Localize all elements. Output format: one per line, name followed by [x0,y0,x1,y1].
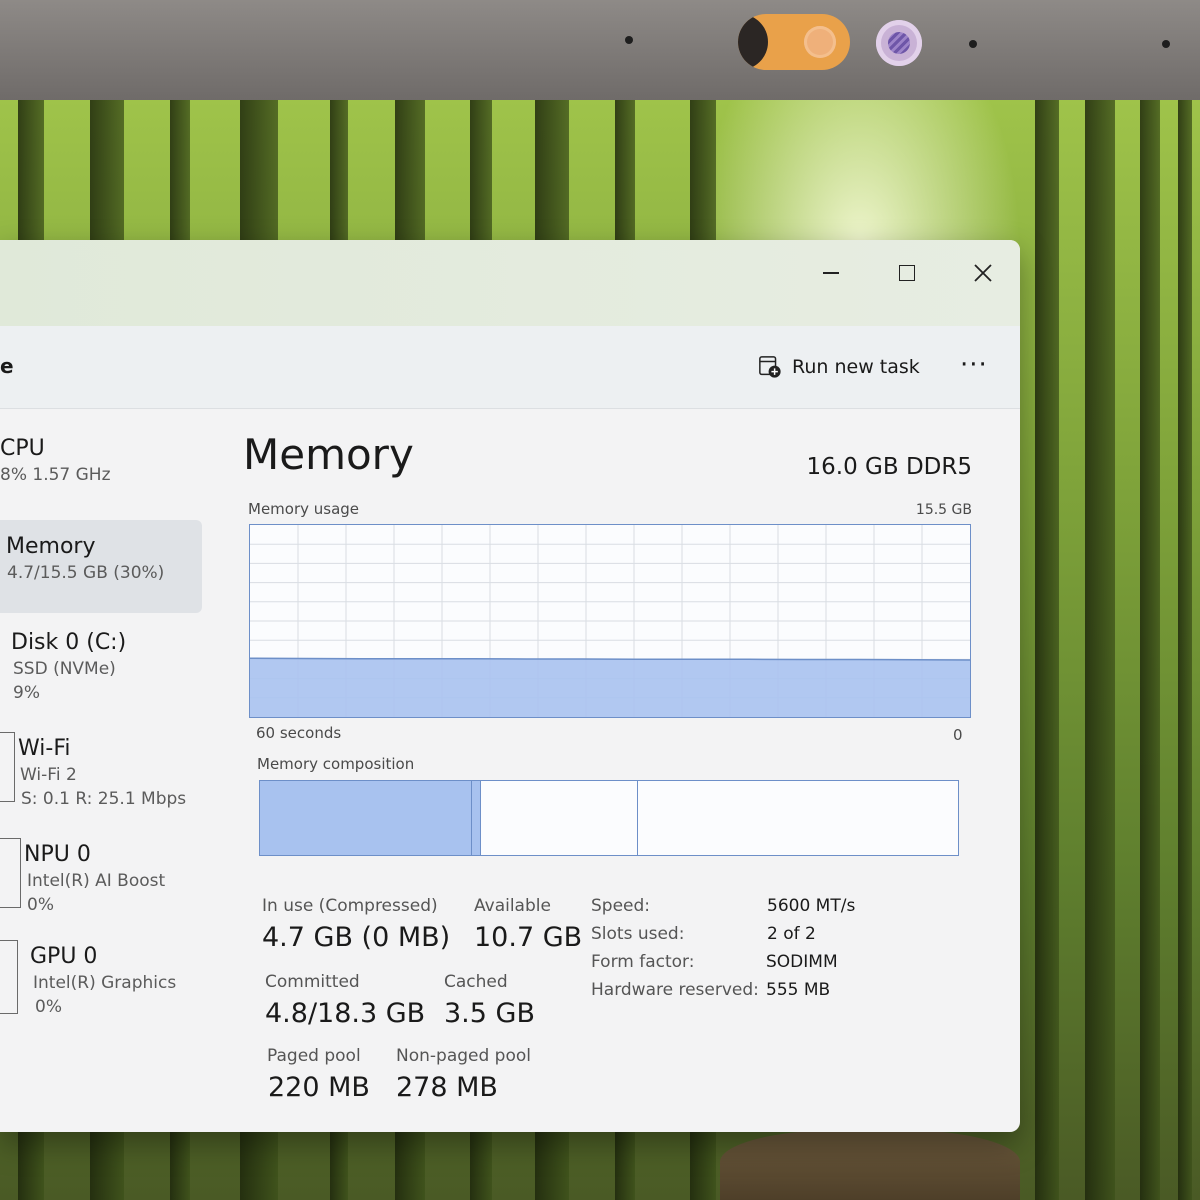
maximize-button[interactable] [884,250,930,296]
sidebar-item-detail: 4.7/15.5 GB (30%) [7,563,165,583]
run-new-task-button[interactable]: Run new task [758,352,920,382]
mini-graph [0,838,21,908]
sidebar-item-title: CPU [0,436,45,461]
title-bar[interactable] [0,240,1020,326]
bamboo-stalk [1178,100,1192,1200]
run-new-task-label: Run new task [792,356,920,378]
memory-panel: Memory 16.0 GB DDR5 Memory usage 15.5 GB… [215,408,1020,1132]
form-factor-label: Form factor: [591,952,695,972]
sidebar-item-gpu[interactable]: GPU 0 Intel(R) Graphics 0% [0,940,202,1017]
sidebar-item-memory[interactable]: Memory 4.7/15.5 GB (30%) [0,520,202,613]
more-options-button[interactable]: ··· [960,350,988,380]
sidebar-item-title: Disk 0 (C:) [11,630,127,655]
bamboo-stalk [1085,100,1115,1200]
sidebar-item-detail: 9% [13,683,40,703]
run-new-task-icon [759,356,781,378]
memory-usage-area [250,658,970,717]
in-use-label: In use (Compressed) [262,896,438,916]
in-use-value: 4.7 GB (0 MB) [262,922,451,953]
laptop-bezel [0,0,1200,100]
bezel-sensor-dot [969,40,977,48]
sidebar-item-detail: 0% [27,895,54,915]
sidebar-item-detail: 0% [35,997,62,1017]
sidebar-item-detail: Intel(R) Graphics [33,973,177,993]
sidebar-item-title: Memory [6,534,96,559]
available-value: 10.7 GB [474,922,583,953]
mini-graph [0,940,18,1014]
minimize-icon [823,272,839,274]
memory-usage-max: 15.5 GB [915,502,972,518]
speed-value: 5600 MT/s [767,896,856,916]
sidebar-item-title: GPU 0 [30,944,98,969]
memory-usage-label: Memory usage [248,500,360,518]
available-label: Available [474,896,551,916]
graph-time-end: 0 [953,726,963,744]
composition-free [638,781,958,855]
bamboo-stalk [1140,100,1160,1200]
composition-standby [481,781,639,855]
memory-composition-bar [259,780,959,856]
speed-label: Speed: [591,896,651,916]
command-bar: e Run new task ··· [0,326,1020,409]
maximize-icon [899,265,915,281]
sidebar-item-title: NPU 0 [24,842,91,867]
non-paged-pool-value: 278 MB [396,1072,498,1103]
sidebar-item-detail: S: 0.1 R: 25.1 Mbps [21,789,187,809]
close-button[interactable] [960,250,1006,296]
memory-usage-graph [249,524,971,718]
non-paged-pool-label: Non-paged pool [396,1046,531,1066]
performance-sidebar: CPU 8% 1.57 GHz Memory 4.7/15.5 GB (30%)… [0,408,215,1132]
committed-label: Committed [265,972,360,992]
webcam-shutter [738,14,850,70]
page-heading-fragment: e [0,354,14,378]
sidebar-item-cpu[interactable]: CPU 8% 1.57 GHz [0,436,202,485]
sidebar-item-npu[interactable]: NPU 0 Intel(R) AI Boost 0% [0,838,202,915]
memory-composition-label: Memory composition [257,755,415,773]
sidebar-item-wifi[interactable]: Wi-Fi Wi-Fi 2 S: 0.1 R: 25.1 Mbps [0,732,202,809]
cached-label: Cached [444,972,508,992]
hardware-reserved-value: 555 MB [766,980,831,1000]
close-icon [974,264,992,282]
sidebar-item-title: Wi-Fi [18,736,71,761]
form-factor-value: SODIMM [766,952,838,972]
memory-capacity-type: 16.0 GB DDR5 [806,454,972,480]
slots-used-label: Slots used: [591,924,685,944]
graph-time-start: 60 seconds [256,724,342,742]
slots-used-value: 2 of 2 [767,924,816,944]
paged-pool-value: 220 MB [268,1072,370,1103]
sidebar-item-detail: SSD (NVMe) [13,659,116,679]
bezel-sensor-dot [625,36,633,44]
composition-in-use [260,781,472,855]
sidebar-item-detail: Wi-Fi 2 [20,765,77,785]
mini-graph [0,732,15,802]
forest-path [720,1130,1020,1200]
hardware-reserved-label: Hardware reserved: [591,980,759,1000]
composition-modified [471,781,481,855]
sidebar-item-detail: Intel(R) AI Boost [27,871,166,891]
page-title: Memory [243,430,414,479]
ir-camera-sensor [876,20,922,66]
sidebar-item-detail: 8% 1.57 GHz [0,465,111,485]
sidebar-item-disk[interactable]: Disk 0 (C:) SSD (NVMe) 9% [0,630,202,703]
task-manager-window: e Run new task ··· CPU 8% 1.57 GHz Memor… [0,240,1020,1132]
minimize-button[interactable] [808,250,854,296]
bezel-sensor-dot [1162,40,1170,48]
webcam-lens [804,26,836,58]
bamboo-stalk [1035,100,1059,1200]
paged-pool-label: Paged pool [267,1046,361,1066]
cached-value: 3.5 GB [444,998,535,1029]
committed-value: 4.8/18.3 GB [265,998,426,1029]
